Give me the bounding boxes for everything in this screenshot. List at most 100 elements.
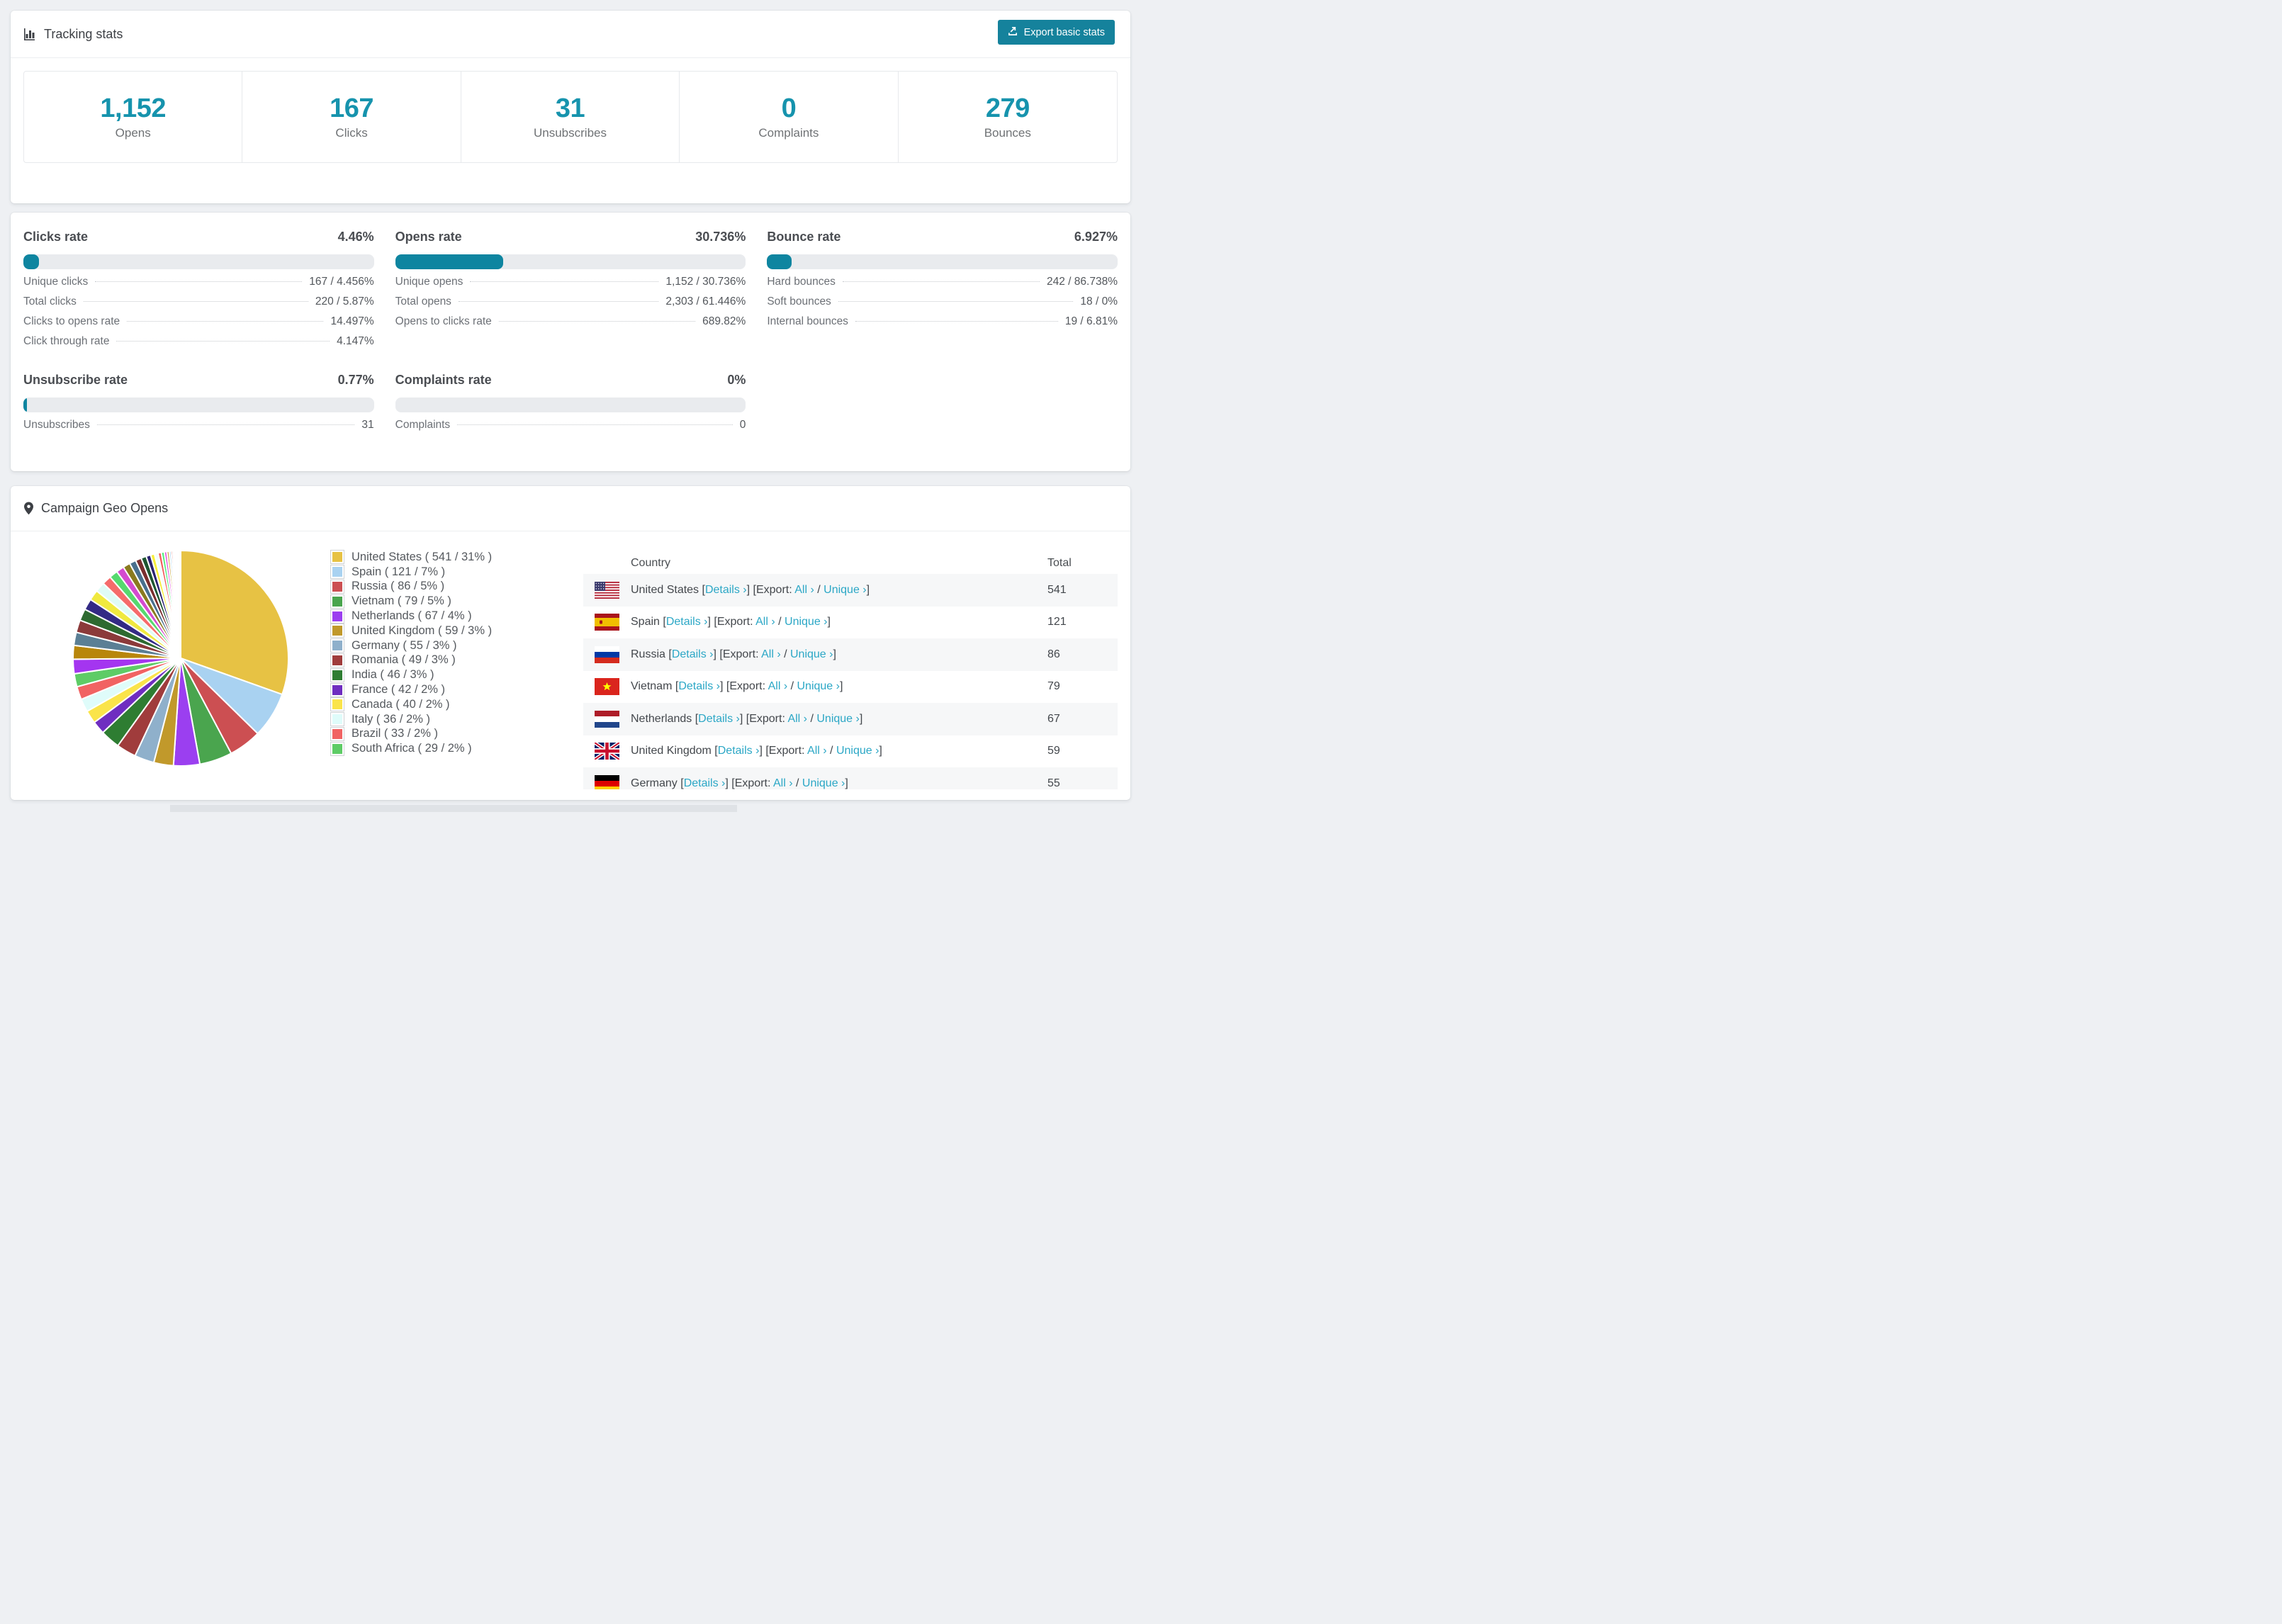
legend-label: France ( 42 / 2% ) <box>352 683 446 697</box>
rate-stat-row: Total clicks 220 / 5.87% <box>23 295 374 308</box>
details-link[interactable]: Details › <box>666 616 708 628</box>
rate-stat-row: Opens to clicks rate 689.82% <box>395 315 746 327</box>
next-section-edge <box>170 805 737 812</box>
rate-stat-row: Internal bounces 19 / 6.81% <box>767 315 1118 327</box>
legend-label: Netherlands ( 67 / 4% ) <box>352 609 472 623</box>
rate-value: 30.736% <box>695 230 746 244</box>
country-name: United Kingdom <box>631 745 715 757</box>
legend-item: Vietnam ( 79 / 5% ) <box>331 594 492 609</box>
country-name: Germany <box>631 777 681 789</box>
flag-vn-icon <box>595 678 619 696</box>
rate-value: 6.927% <box>1074 230 1118 244</box>
rate-value: 4.46% <box>337 230 374 244</box>
country-name: Vietnam <box>631 680 675 693</box>
rate-stat-row: Total opens 2,303 / 61.446% <box>395 295 746 308</box>
export-unique-link[interactable]: Unique › <box>836 745 879 757</box>
summary-label: Unsubscribes <box>533 125 607 140</box>
legend-item: Canada ( 40 / 2% ) <box>331 697 492 712</box>
geo-legend: United States ( 541 / 31% ) Spain ( 121 /… <box>331 550 492 756</box>
details-link[interactable]: Details › <box>705 584 747 596</box>
legend-label: Brazil ( 33 / 2% ) <box>352 727 438 740</box>
export-unique-link[interactable]: Unique › <box>816 713 859 725</box>
legend-item: India ( 46 / 3% ) <box>331 667 492 682</box>
total-value: 86 <box>1047 648 1060 660</box>
geo-table-header: Country Total <box>583 553 1118 574</box>
summary-value: 31 <box>555 93 585 123</box>
rate-title: Clicks rate <box>23 230 89 244</box>
export-all-link[interactable]: All › <box>761 648 781 660</box>
rate-stat-row: Complaints 0 <box>395 419 746 431</box>
legend-swatch-icon <box>331 668 344 682</box>
progress-bar <box>23 397 374 412</box>
table-row-vn: Vietnam [Details ›] [Export: All › / Uni… <box>583 671 1118 704</box>
rate-stat-row: Click through rate 4.147% <box>23 335 374 347</box>
geo-title: Campaign Geo Opens <box>23 501 168 516</box>
country-name: Russia <box>631 648 669 660</box>
summary-cell-opens: 1,152 Opens <box>24 72 243 162</box>
bar-chart-icon <box>23 28 37 41</box>
rate-stat-row: Clicks to opens rate 14.497% <box>23 315 374 327</box>
export-all-link[interactable]: All › <box>794 584 814 596</box>
legend-swatch-icon <box>331 580 344 593</box>
legend-swatch-icon <box>331 609 344 623</box>
table-row-es: Spain [Details ›] [Export: All › / Uniqu… <box>583 607 1118 639</box>
geo-pie-chart <box>67 545 294 772</box>
legend-swatch-icon <box>331 594 344 608</box>
country-name: United States <box>631 583 702 596</box>
rate-title: Unsubscribe rate <box>23 373 128 387</box>
export-unique-link[interactable]: Unique › <box>785 616 827 628</box>
legend-swatch-icon <box>331 683 344 697</box>
page-title: Tracking stats <box>44 26 123 41</box>
legend-label: Canada ( 40 / 2% ) <box>352 697 450 711</box>
export-all-link[interactable]: All › <box>773 777 793 789</box>
export-unique-link[interactable]: Unique › <box>790 648 833 660</box>
legend-label: Vietnam ( 79 / 5% ) <box>352 594 451 608</box>
export-all-link[interactable]: All › <box>807 745 827 757</box>
campaign-geo-opens-card: Campaign Geo Opens United States ( 541 /… <box>11 486 1130 800</box>
country-name: Netherlands <box>631 712 695 725</box>
export-basic-stats-button[interactable]: Export basic stats <box>997 20 1115 45</box>
details-link[interactable]: Details › <box>718 745 760 757</box>
legend-label: South Africa ( 29 / 2% ) <box>352 742 472 755</box>
total-value: 55 <box>1047 777 1060 789</box>
rate-block-complaints-rate: Complaints rate 0% Complaints 0 <box>395 373 746 439</box>
table-row-de: Germany [Details ›] [Export: All › / Uni… <box>583 767 1118 789</box>
legend-label: Italy ( 36 / 2% ) <box>352 712 430 726</box>
export-unique-link[interactable]: Unique › <box>802 777 845 789</box>
rates-card: Clicks rate 4.46% Unique clicks 167 / 4.456… <box>11 213 1130 471</box>
export-all-link[interactable]: All › <box>787 713 807 725</box>
progress-bar <box>395 254 746 269</box>
progress-bar <box>23 254 374 269</box>
details-link[interactable]: Details › <box>672 648 714 660</box>
summary-value: 1,152 <box>100 93 166 123</box>
legend-swatch-icon <box>331 639 344 653</box>
legend-item: Spain ( 121 / 7% ) <box>331 565 492 580</box>
summary-cell-bounces: 279 Bounces <box>899 72 1117 162</box>
rate-value: 0% <box>727 373 746 387</box>
total-value: 121 <box>1047 616 1067 628</box>
summary-label: Bounces <box>984 125 1031 140</box>
rate-value: 0.77% <box>337 373 374 387</box>
table-row-ru: Russia [Details ›] [Export: All › / Uniq… <box>583 638 1118 671</box>
table-row-gb: United Kingdom [Details ›] [Export: All … <box>583 735 1118 768</box>
export-unique-link[interactable]: Unique › <box>824 584 866 596</box>
legend-label: Germany ( 55 / 3% ) <box>352 638 457 652</box>
legend-item: Italy ( 36 / 2% ) <box>331 712 492 727</box>
export-unique-link[interactable]: Unique › <box>797 680 840 692</box>
details-link[interactable]: Details › <box>684 777 726 789</box>
rate-block-unsubscribe-rate: Unsubscribe rate 0.77% Unsubscribes 31 <box>23 373 374 439</box>
legend-item: United Kingdom ( 59 / 3% ) <box>331 624 492 638</box>
legend-item: France ( 42 / 2% ) <box>331 682 492 697</box>
details-link[interactable]: Details › <box>678 680 720 692</box>
legend-label: India ( 46 / 3% ) <box>352 668 434 682</box>
legend-item: Netherlands ( 67 / 4% ) <box>331 609 492 624</box>
details-link[interactable]: Details › <box>698 713 740 725</box>
legend-item: Germany ( 55 / 3% ) <box>331 638 492 653</box>
export-icon <box>1008 26 1018 39</box>
summary-label: Clicks <box>335 125 368 140</box>
export-all-link[interactable]: All › <box>755 616 775 628</box>
rate-stat-row: Unsubscribes 31 <box>23 419 374 431</box>
export-all-link[interactable]: All › <box>768 680 788 692</box>
summary-cell-unsubscribes: 31 Unsubscribes <box>461 72 680 162</box>
legend-swatch-icon <box>331 727 344 740</box>
